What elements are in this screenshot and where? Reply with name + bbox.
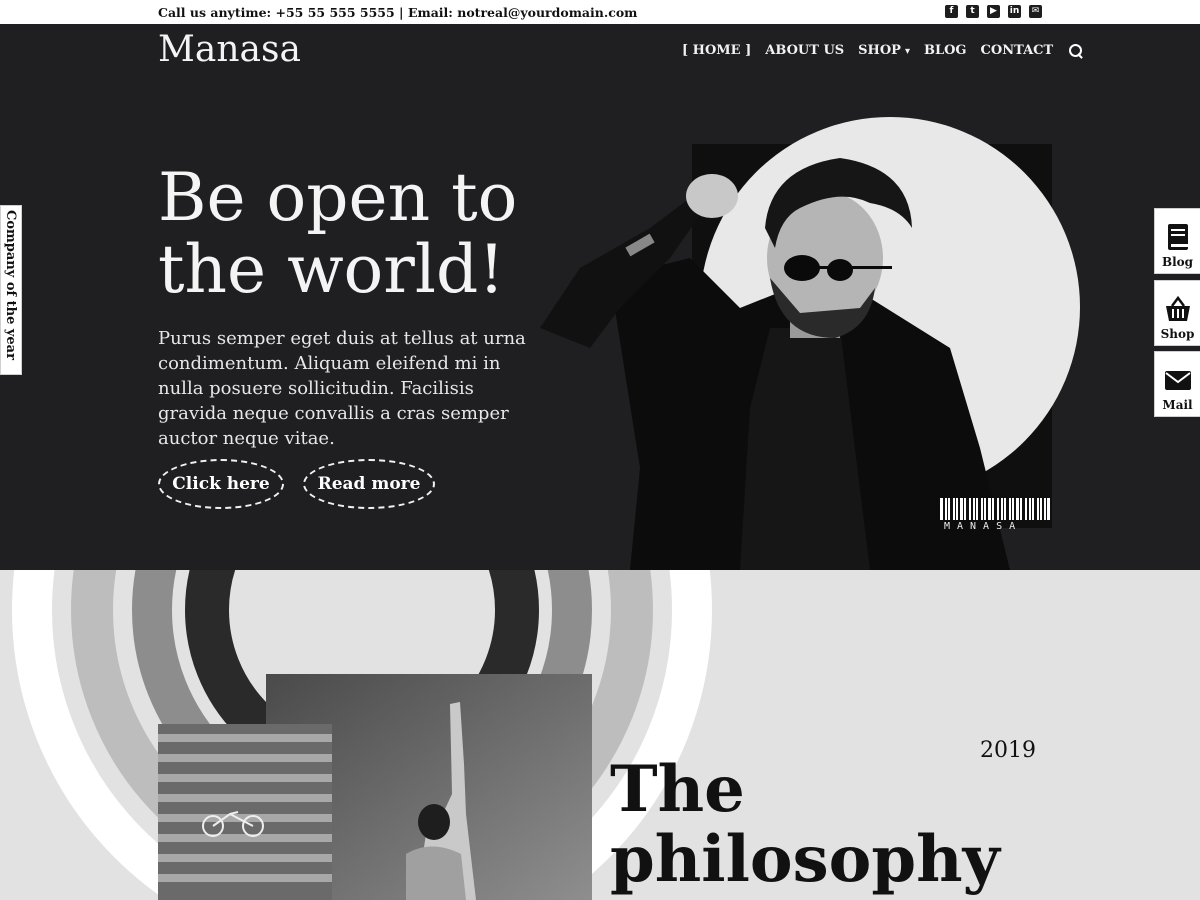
side-tab-mail[interactable]: Mail: [1154, 351, 1200, 417]
company-of-year-label: Company of the year: [3, 210, 18, 360]
nav-shop[interactable]: SHOP ▾: [858, 43, 910, 58]
hero-section: Manasa [ HOME ] ABOUT US SHOP ▾ BLOG CONT…: [0, 24, 1200, 570]
side-tab-blog-label: Blog: [1161, 255, 1194, 269]
linkedin-icon[interactable]: in: [1008, 5, 1021, 18]
stairs-photo: [158, 724, 332, 900]
side-tab-blog[interactable]: Blog: [1154, 208, 1200, 274]
basket-icon: [1165, 295, 1190, 321]
hero-headline: Be open to the world!: [158, 159, 518, 308]
click-here-button[interactable]: Click here: [158, 459, 284, 509]
main-nav: [ HOME ] ABOUT US SHOP ▾ BLOG CONTACT: [682, 43, 1083, 58]
nav-shop-label: SHOP: [858, 43, 901, 58]
contact-info: Call us anytime: +55 55 555 5555 | Email…: [158, 5, 638, 20]
nav-contact[interactable]: CONTACT: [981, 43, 1054, 58]
philosophy-title: The philosophy: [610, 752, 1000, 897]
top-bar: Call us anytime: +55 55 555 5555 | Email…: [0, 0, 1200, 24]
book-icon: [1167, 224, 1188, 250]
nav-home[interactable]: [ HOME ]: [682, 43, 751, 58]
side-tab-shop-label: Shop: [1160, 327, 1195, 341]
social-links: f t ▶ in ✉: [945, 5, 1042, 18]
company-of-year-tab[interactable]: Company of the year: [0, 205, 22, 375]
barcode-graphic: [940, 498, 1050, 520]
philosophy-section: 2019 The philosophy: [0, 570, 1200, 900]
side-tab-shop[interactable]: Shop: [1154, 280, 1200, 346]
search-icon[interactable]: [1069, 43, 1083, 58]
read-more-button[interactable]: Read more: [303, 459, 435, 509]
nav-about[interactable]: ABOUT US: [765, 43, 844, 58]
youtube-icon[interactable]: ▶: [987, 5, 1000, 18]
barcode-label: MANASA: [944, 521, 1023, 532]
envelope-icon: [1164, 371, 1191, 390]
chevron-down-icon: ▾: [904, 46, 910, 57]
mail-icon[interactable]: ✉: [1029, 5, 1042, 18]
site-logo[interactable]: Manasa: [158, 29, 301, 70]
nav-blog[interactable]: BLOG: [924, 43, 967, 58]
facebook-icon[interactable]: f: [945, 5, 958, 18]
twitter-icon[interactable]: t: [966, 5, 979, 18]
side-tab-mail-label: Mail: [1162, 398, 1193, 412]
hero-lead: Purus semper eget duis at tellus at urna…: [158, 328, 526, 449]
